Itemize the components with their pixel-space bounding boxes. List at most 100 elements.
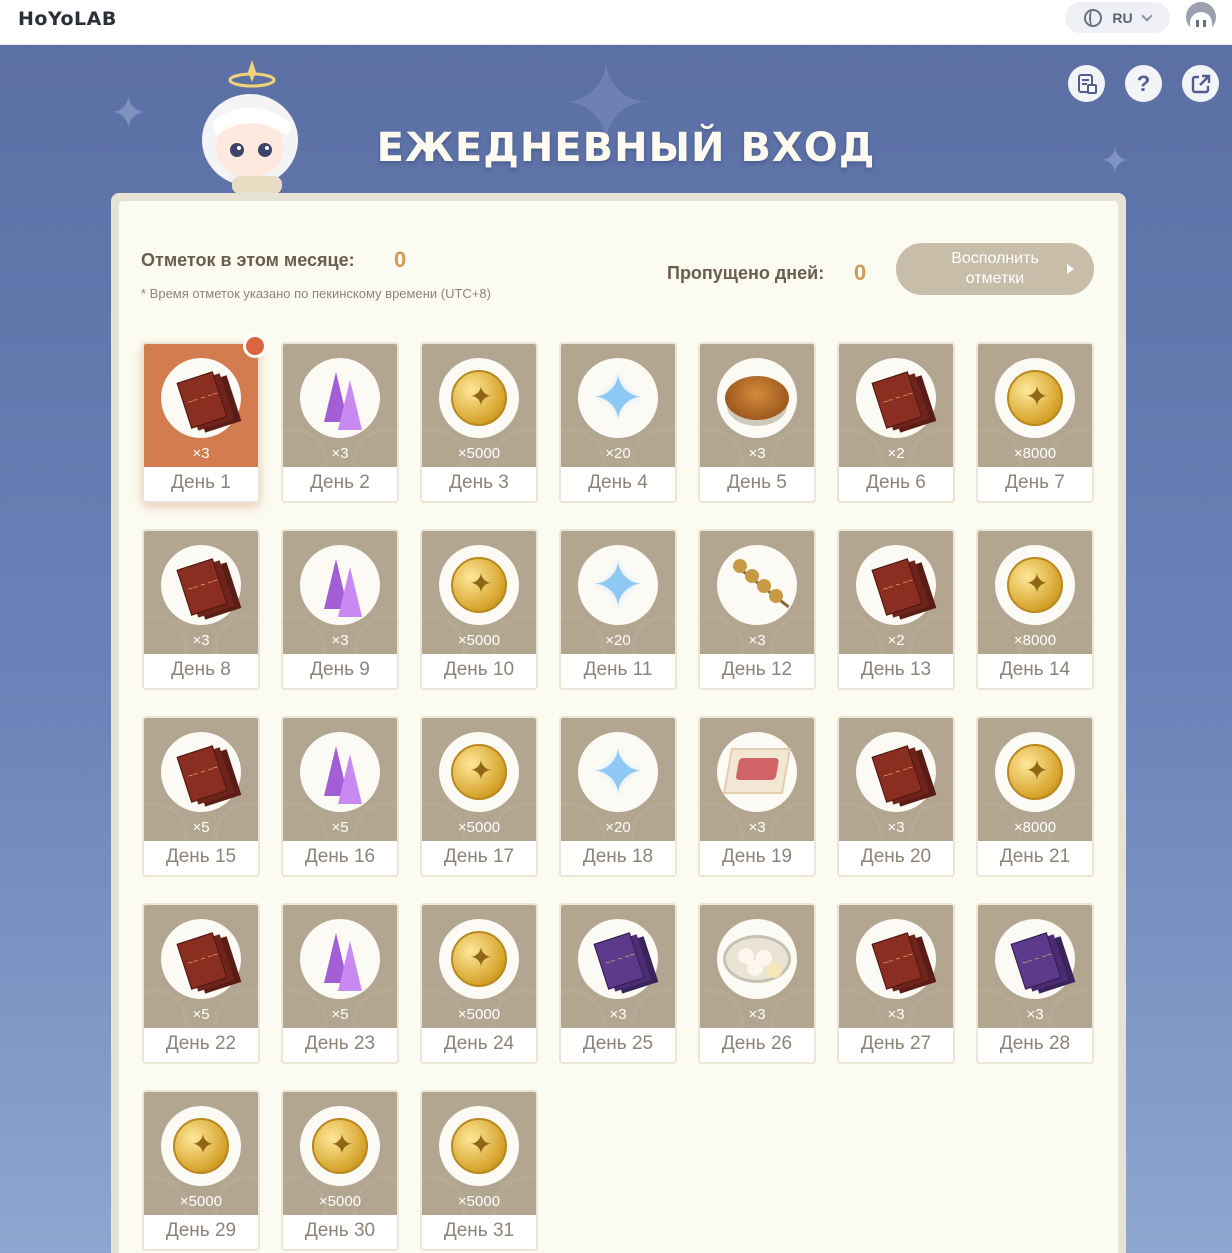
reward-day-card[interactable]: ×3 День 20 [837, 716, 955, 877]
reward-quantity: ×3 [748, 819, 766, 836]
user-avatar[interactable] [1186, 2, 1216, 32]
book-icon [871, 558, 923, 616]
reward-icon-circle [300, 358, 380, 438]
primogem-icon: ✦ [591, 362, 645, 434]
fill-button-label: Восполнить отметки [951, 250, 1039, 287]
reward-day-card[interactable]: ×5 День 22 [142, 903, 260, 1064]
reward-icon-circle [856, 358, 936, 438]
reward-icon-circle [439, 919, 519, 999]
reward-day-card[interactable]: ✦ ×20 День 11 [559, 529, 677, 690]
reward-quantity: ×5000 [457, 445, 501, 462]
reward-art: ×5000 [144, 1092, 258, 1215]
reward-quantity: ×8000 [1013, 819, 1057, 836]
reward-icon-circle [161, 1106, 241, 1186]
reward-quantity: ×20 [605, 632, 631, 649]
reward-day-card[interactable]: ×3 День 1 [142, 342, 260, 503]
reward-day-label: День 31 [443, 1220, 515, 1241]
reward-day-card[interactable]: ×2 День 6 [837, 342, 955, 503]
reward-icon-circle [300, 1106, 380, 1186]
reward-icon-circle [717, 919, 797, 999]
reward-art: ✦ ×20 [561, 344, 675, 467]
reward-day-card[interactable]: ×5000 День 24 [420, 903, 538, 1064]
reward-art: ×5000 [422, 531, 536, 654]
reward-icon-circle [856, 919, 936, 999]
reward-day-card[interactable]: ×5 День 23 [281, 903, 399, 1064]
reward-day-label: День 4 [588, 472, 648, 493]
reward-day-card[interactable]: ×8000 День 7 [976, 342, 1094, 503]
reward-quantity: ×3 [192, 445, 210, 462]
external-link-icon[interactable] [1182, 65, 1219, 102]
reward-day-label: День 11 [583, 659, 653, 680]
crystal-icon [338, 754, 362, 804]
reward-day-card[interactable]: ×3 День 2 [281, 342, 399, 503]
reward-day-card[interactable]: ×8000 День 14 [976, 529, 1094, 690]
reward-day-label: День 7 [1005, 472, 1065, 493]
reward-art: ×3 [839, 718, 953, 841]
reward-day-label: День 28 [999, 1033, 1071, 1054]
reward-quantity: ×3 [748, 445, 766, 462]
reward-day-label: День 29 [165, 1220, 237, 1241]
reward-day-card[interactable]: ×5000 День 31 [420, 1090, 538, 1251]
reward-art: ×3 [700, 905, 814, 1028]
primogem-icon: ✦ [591, 736, 645, 808]
reward-day-card[interactable]: ×3 День 19 [698, 716, 816, 877]
reward-day-card[interactable]: ×5000 День 17 [420, 716, 538, 877]
reward-day-label: День 25 [582, 1033, 654, 1054]
reward-day-label: День 10 [443, 659, 515, 680]
reward-day-card[interactable]: ×8000 День 21 [976, 716, 1094, 877]
language-label: RU [1112, 9, 1133, 26]
book-icon [176, 558, 228, 616]
reward-day-card[interactable]: ×5000 День 10 [420, 529, 538, 690]
reward-art: ×8000 [978, 718, 1092, 841]
crystal-icon [338, 941, 362, 991]
reward-quantity: ×5000 [457, 632, 501, 649]
reward-day-card[interactable]: ✦ ×20 День 18 [559, 716, 677, 877]
reward-art: ×3 [700, 344, 814, 467]
reward-day-card[interactable]: ×3 День 26 [698, 903, 816, 1064]
purple-book-icon [593, 932, 645, 990]
reward-quantity: ×5000 [179, 1193, 223, 1210]
reward-day-card[interactable]: ×5 День 16 [281, 716, 399, 877]
reward-day-card[interactable]: ×3 День 25 [559, 903, 677, 1064]
reward-day-card[interactable]: ×3 День 27 [837, 903, 955, 1064]
reward-quantity: ×3 [609, 1006, 627, 1023]
reward-art: ✦ ×20 [561, 718, 675, 841]
globe-icon [1084, 8, 1103, 27]
reward-day-card[interactable]: ×3 День 8 [142, 529, 260, 690]
reward-quantity: ×3 [331, 632, 349, 649]
sparkle-icon: ✦ [110, 89, 147, 138]
reward-day-card[interactable]: ×5000 День 3 [420, 342, 538, 503]
dumplings-icon [723, 935, 791, 983]
reward-quantity: ×3 [748, 632, 766, 649]
timezone-note: * Время отметок указано по пекинскому вр… [141, 286, 491, 301]
reward-day-card[interactable]: ×2 День 13 [837, 529, 955, 690]
reward-day-card[interactable]: ×5000 День 29 [142, 1090, 260, 1251]
page-title: ЕЖЕДНЕВНЫЙ ВХОД [376, 125, 876, 171]
language-switcher[interactable]: RU [1065, 2, 1170, 33]
mora-coin-icon [451, 370, 509, 426]
reward-day-card[interactable]: ×3 День 9 [281, 529, 399, 690]
reward-day-card[interactable]: ✦ ×20 День 4 [559, 342, 677, 503]
history-icon[interactable] [1068, 65, 1105, 102]
reward-quantity: ×3 [748, 1006, 766, 1023]
hoyolab-logo[interactable]: HoYoLAB [18, 8, 117, 30]
reward-day-label: День 14 [999, 659, 1071, 680]
help-icon[interactable]: ? [1125, 65, 1162, 102]
reward-icon-circle: ✦ [578, 732, 658, 812]
reward-art: ×2 [839, 344, 953, 467]
reward-quantity: ×5000 [318, 1193, 362, 1210]
reward-day-label: День 18 [582, 846, 654, 867]
crystal-icon [338, 380, 362, 430]
reward-art: ×3 [561, 905, 675, 1028]
reward-day-label: День 20 [860, 846, 932, 867]
reward-day-card[interactable]: ×3 День 12 [698, 529, 816, 690]
reward-art: ×5000 [422, 905, 536, 1028]
reward-art: ×2 [839, 531, 953, 654]
reward-day-card[interactable]: ×5000 День 30 [281, 1090, 399, 1251]
mora-coin-icon [451, 557, 509, 613]
reward-day-card[interactable]: ×3 День 5 [698, 342, 816, 503]
reward-day-card[interactable]: ×5 День 15 [142, 716, 260, 877]
reward-day-card[interactable]: ×3 День 28 [976, 903, 1094, 1064]
reward-art: ×3 [839, 905, 953, 1028]
fill-checkins-button[interactable]: Восполнить отметки [896, 243, 1094, 295]
